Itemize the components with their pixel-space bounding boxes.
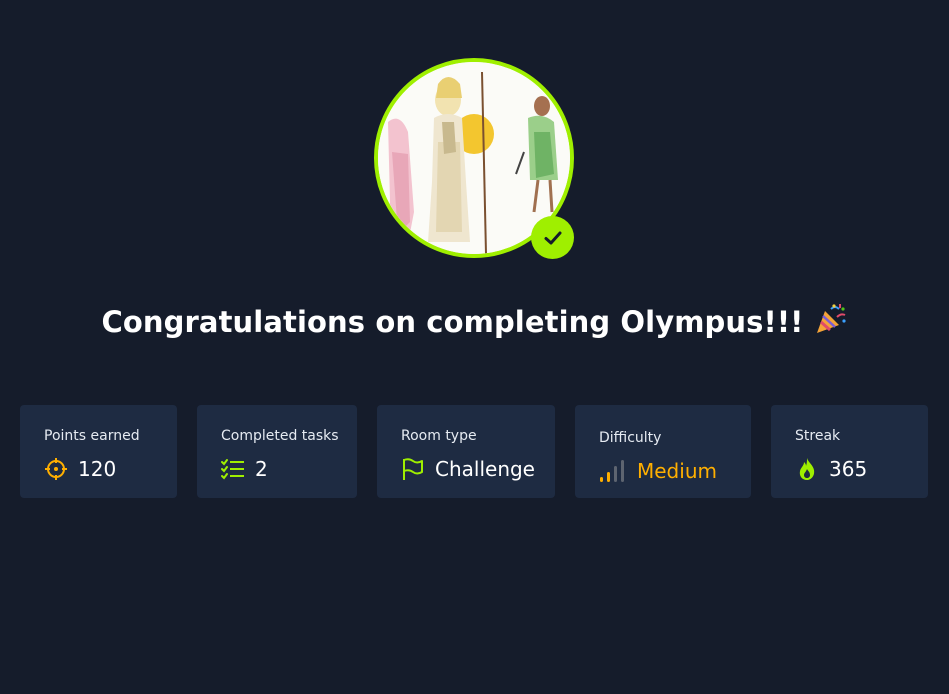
stat-card-streak: Streak 365	[771, 405, 928, 498]
party-popper-icon	[813, 303, 847, 337]
stat-label: Difficulty	[599, 430, 662, 446]
stat-label: Room type	[401, 428, 477, 444]
task-list-icon	[221, 457, 245, 481]
room-avatar	[374, 58, 574, 259]
signal-bars-icon	[599, 459, 627, 483]
flame-icon	[795, 457, 819, 481]
page-title-text: Congratulations on completing Olympus!!!	[101, 305, 804, 339]
page-title: Congratulations on completing Olympus!!!	[0, 303, 949, 339]
stat-value: Medium	[637, 459, 717, 483]
stat-value: Challenge	[435, 457, 535, 481]
stat-label: Completed tasks	[221, 428, 339, 444]
check-icon	[531, 216, 574, 259]
stat-label: Points earned	[44, 428, 140, 444]
stat-card-completed-tasks: Completed tasks 2	[197, 405, 357, 498]
stat-value: 2	[255, 457, 268, 481]
stat-card-difficulty: Difficulty Medium	[575, 405, 751, 498]
stat-card-room-type: Room type Challenge	[377, 405, 555, 498]
stat-card-points: Points earned 120	[20, 405, 177, 498]
stat-value: 365	[829, 457, 868, 481]
stat-value: 120	[78, 457, 117, 481]
crosshair-icon	[44, 457, 68, 481]
stat-label: Streak	[795, 428, 841, 444]
completion-page: Congratulations on completing Olympus!!!…	[0, 0, 949, 694]
flag-icon	[401, 457, 425, 481]
